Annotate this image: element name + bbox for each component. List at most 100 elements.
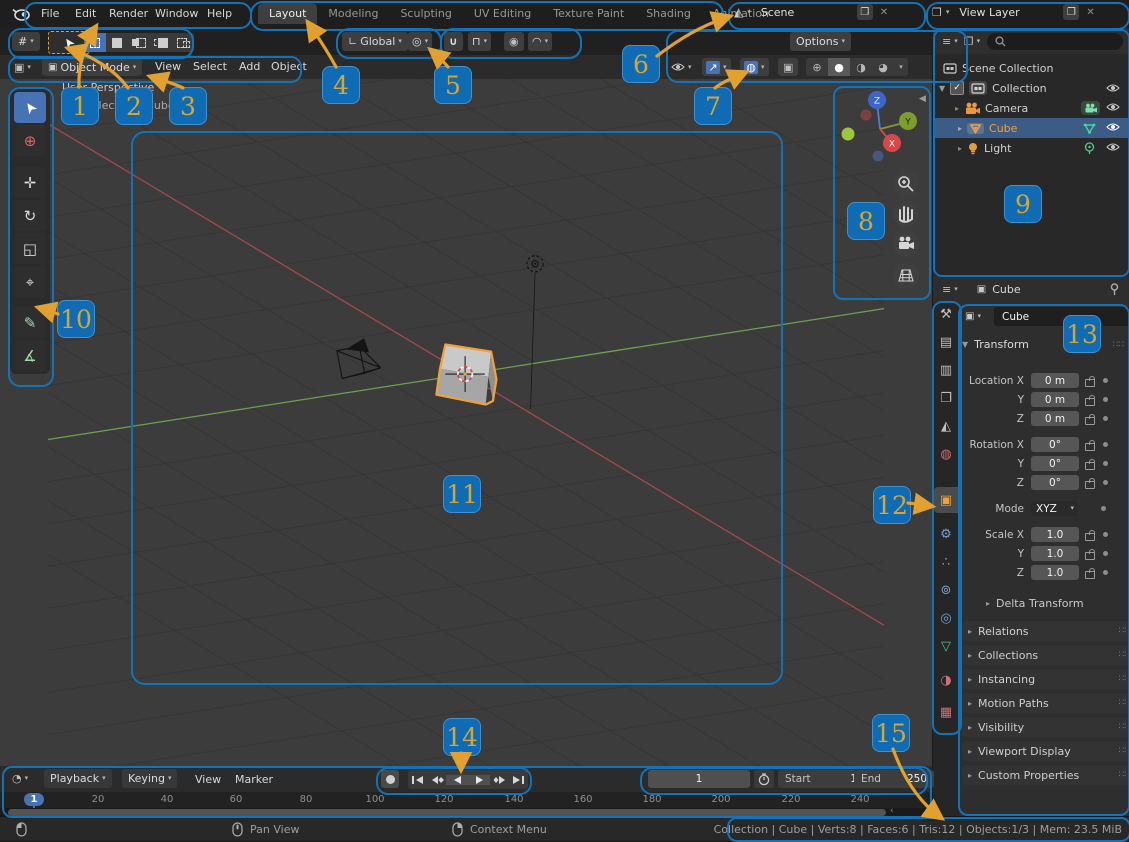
tab-sculpting[interactable]: Sculpting: [389, 3, 462, 24]
tab-physics[interactable]: ⊚: [935, 579, 957, 601]
tool-rotate[interactable]: ↻: [14, 200, 46, 231]
select-mode-invert[interactable]: [150, 33, 172, 52]
scene-icon[interactable]: ◭: [734, 6, 743, 18]
show-gizmo-dropdown[interactable]: ↗ ▾: [702, 58, 731, 76]
frame-start-field[interactable]: Start 1: [778, 770, 864, 788]
jump-to-end-button[interactable]: [509, 775, 528, 785]
properties-editor-dropdown[interactable]: ≡ ▾: [939, 280, 961, 298]
play-reverse-button[interactable]: [446, 775, 468, 785]
shading-solid-button[interactable]: ●: [828, 58, 850, 76]
current-frame-marker[interactable]: 1: [24, 793, 44, 806]
rotation-x-field[interactable]: 0°: [1031, 437, 1079, 452]
mode-dropdown[interactable]: ▣ Object Mode ▾: [42, 58, 142, 76]
object-name-field[interactable]: Cube: [994, 307, 1129, 326]
location-x-field[interactable]: 0 m: [1031, 373, 1079, 388]
outliner-display-mode-dropdown[interactable]: ≡ ▾: [939, 32, 961, 50]
panel-grip[interactable]: ∷∷: [1119, 770, 1129, 780]
animate-dot[interactable]: [1101, 506, 1106, 511]
viewport-3d[interactable]: User Perspective (1) Collection | Cube ➤…: [0, 79, 932, 766]
pivot-point-dropdown[interactable]: ◎ ▾: [408, 32, 432, 51]
new-view-layer-button[interactable]: ❐: [1063, 4, 1079, 20]
scene-name[interactable]: Scene: [761, 6, 853, 19]
panel-grip[interactable]: ∷∷: [1119, 650, 1129, 660]
tool-annotate[interactable]: ✎: [14, 307, 46, 338]
tool-settings-editor-button[interactable]: # ▾: [12, 32, 40, 51]
shading-dropdown[interactable]: ▾: [894, 58, 908, 76]
nav-gizmo[interactable]: Z Y X: [833, 86, 927, 298]
scale-y-field[interactable]: 1.0: [1031, 546, 1079, 561]
outliner-search-input[interactable]: [987, 33, 1123, 50]
select-mode-set[interactable]: [84, 33, 106, 52]
lock-icon[interactable]: [1085, 571, 1095, 579]
outliner-row-scene-collection[interactable]: Scene Collection: [933, 58, 1129, 78]
panel-visibility[interactable]: ▸ Visibility∷∷: [962, 717, 1129, 737]
outliner-row-collection[interactable]: ▼ ✓ Collection: [933, 78, 1129, 98]
xray-toggle[interactable]: ▣: [778, 58, 798, 76]
animate-dot[interactable]: [1103, 378, 1108, 383]
scroll-arrow-icon[interactable]: ‹: [890, 806, 894, 816]
lock-icon[interactable]: [1085, 533, 1095, 541]
tab-particles[interactable]: ∴: [935, 551, 957, 573]
tool-select-box[interactable]: ➤: [14, 92, 46, 123]
tab-material[interactable]: ◑: [935, 669, 957, 691]
rotation-y-field[interactable]: 0°: [1031, 456, 1079, 471]
select-mode-subtract[interactable]: [128, 33, 150, 52]
panel-collections[interactable]: ▸ Collections∷∷: [962, 645, 1129, 665]
menu-select[interactable]: Select: [184, 60, 236, 73]
lock-icon[interactable]: [1085, 379, 1095, 387]
outliner-row-light[interactable]: ▸ Light: [933, 138, 1129, 158]
timeline-scrollbar[interactable]: [8, 809, 886, 816]
chevron-down-icon[interactable]: ▾: [946, 9, 950, 16]
tab-view-layer[interactable]: ❐: [935, 387, 957, 409]
menu-object[interactable]: Object: [262, 60, 316, 73]
close-icon[interactable]: ✕: [1083, 7, 1097, 18]
panel-grip[interactable]: ∷∷: [1119, 626, 1129, 636]
panel-grip[interactable]: ∷∷: [1119, 722, 1129, 732]
proportional-falloff-dropdown[interactable]: ◠ ▾: [528, 32, 552, 51]
tab-scene[interactable]: ◭: [935, 415, 957, 437]
keying-menu[interactable]: Keying ▾: [122, 769, 177, 788]
tab-modeling[interactable]: Modeling: [317, 3, 389, 24]
location-y-field[interactable]: 0 m: [1031, 392, 1079, 407]
show-overlays-dropdown[interactable]: ◍ ▾: [740, 58, 769, 76]
shading-rendered-button[interactable]: ◕: [872, 58, 894, 76]
proportional-edit-toggle[interactable]: ◉: [504, 32, 524, 51]
timeline-view-menu[interactable]: View: [186, 773, 230, 786]
object-type-dropdown[interactable]: ▣ ▾: [962, 307, 984, 325]
animate-dot[interactable]: [1103, 397, 1108, 402]
tool-scale[interactable]: ◱: [14, 233, 46, 264]
lock-icon[interactable]: [1085, 462, 1095, 470]
tool-measure[interactable]: ∡: [14, 340, 46, 371]
panel-grip[interactable]: ∷∷: [1113, 340, 1124, 350]
timeline-marker-menu[interactable]: Marker: [226, 773, 282, 786]
chevron-down-icon[interactable]: ▾: [747, 9, 751, 16]
new-scene-button[interactable]: ❐: [857, 4, 873, 20]
play-button[interactable]: [468, 775, 490, 785]
tab-constraints[interactable]: ◎: [935, 607, 957, 629]
tab-shading[interactable]: Shading: [635, 3, 702, 24]
animate-dot[interactable]: [1103, 442, 1108, 447]
select-mode-extend[interactable]: [106, 33, 128, 52]
outliner-row-cube-selected[interactable]: ▸ Cube: [933, 118, 1129, 138]
active-camera-icon[interactable]: [1081, 101, 1100, 115]
panel-viewport-display[interactable]: ▸ Viewport Display∷∷: [962, 741, 1129, 761]
menu-help[interactable]: Help: [198, 7, 241, 20]
lock-icon[interactable]: [1085, 443, 1095, 451]
shading-material-button[interactable]: ◑: [850, 58, 872, 76]
panel-instancing[interactable]: ▸ Instancing∷∷: [962, 669, 1129, 689]
tab-output[interactable]: ▥: [935, 359, 957, 381]
lock-icon[interactable]: [1085, 398, 1095, 406]
tab-texture[interactable]: ▦: [935, 701, 957, 723]
tab-texture-paint[interactable]: Texture Paint: [542, 3, 635, 24]
animate-dot[interactable]: [1103, 416, 1108, 421]
tab-uv-editing[interactable]: UV Editing: [463, 3, 542, 24]
panel-relations[interactable]: ▸ Relations∷∷: [962, 621, 1129, 641]
options-dropdown[interactable]: Options ▾: [790, 32, 851, 51]
snap-settings-dropdown[interactable]: ⊓ ▾: [468, 32, 491, 51]
expand-icon[interactable]: ▼: [939, 84, 945, 93]
scale-z-field[interactable]: 1.0: [1031, 565, 1079, 580]
playback-menu[interactable]: Playback ▾: [44, 769, 112, 788]
tab-tool[interactable]: ⚒: [935, 303, 957, 325]
panel-custom-properties[interactable]: ▸ Custom Properties∷∷: [962, 765, 1129, 785]
snap-toggle[interactable]: ∪: [444, 32, 463, 51]
